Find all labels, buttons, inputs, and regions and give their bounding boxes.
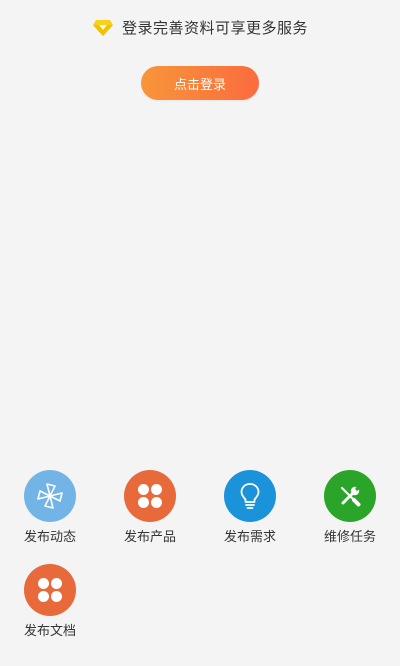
four-petal-icon	[38, 578, 62, 602]
post-product-label: 发布产品	[123, 530, 176, 545]
tools-icon	[340, 486, 361, 507]
repair-task-button[interactable]: 维修任务	[310, 470, 390, 545]
lightbulb-icon	[240, 483, 260, 509]
post-document-label: 发布文档	[23, 624, 76, 639]
login-button[interactable]: 点击登录	[141, 66, 259, 100]
post-product-icon-circle[interactable]	[124, 470, 176, 522]
repair-task-icon-circle[interactable]	[324, 470, 376, 522]
post-product-button[interactable]: 发布产品	[110, 470, 190, 545]
pinwheel-icon	[37, 483, 63, 509]
repair-task-label: 维修任务	[323, 530, 376, 545]
post-demand-label: 发布需求	[223, 530, 276, 545]
four-petal-icon	[138, 484, 162, 508]
login-promo-banner: 登录完善资料可享更多服务	[0, 17, 400, 38]
post-update-label: 发布动态	[23, 530, 76, 545]
post-update-button[interactable]: 发布动态	[10, 470, 90, 545]
post-demand-icon-circle[interactable]	[224, 470, 276, 522]
post-document-icon-circle[interactable]	[24, 564, 76, 616]
post-document-button[interactable]: 发布文档	[10, 564, 90, 639]
promo-text: 登录完善资料可享更多服务	[121, 19, 308, 37]
post-demand-button[interactable]: 发布需求	[210, 470, 290, 545]
diamond-icon	[92, 19, 113, 36]
post-update-icon-circle[interactable]	[24, 470, 76, 522]
